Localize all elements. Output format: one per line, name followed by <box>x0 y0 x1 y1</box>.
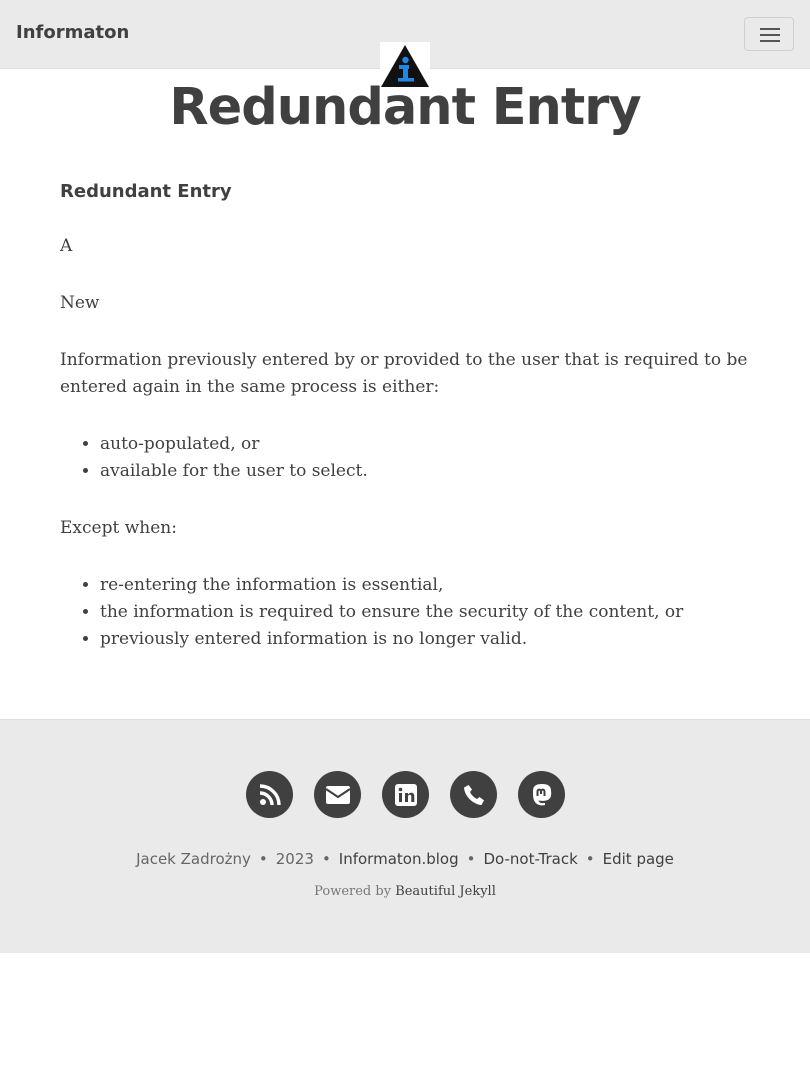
phone-link[interactable] <box>450 771 497 818</box>
blog-link[interactable]: Informaton.blog <box>339 850 459 868</box>
main-content: Redundant Entry A New Information previo… <box>60 178 750 653</box>
site-brand-link[interactable]: Informaton <box>16 22 129 43</box>
except-list: re-entering the information is essential… <box>60 572 750 653</box>
mastodon-link[interactable] <box>518 771 565 818</box>
powered-by: Powered by Beautiful Jekyll <box>0 884 810 899</box>
beautiful-jekyll-link[interactable]: Beautiful Jekyll <box>395 884 496 899</box>
linkedin-icon <box>394 783 417 806</box>
edit-page-link[interactable]: Edit page <box>603 850 674 868</box>
mastodon-icon <box>532 783 551 805</box>
email-link[interactable] <box>314 771 361 818</box>
status-text: New <box>60 293 100 313</box>
powered-by-text: Powered by <box>314 884 392 899</box>
section-heading: Redundant Entry <box>60 181 232 202</box>
list-item: the information is required to ensure th… <box>100 599 750 626</box>
list-item: previously entered information is no lon… <box>100 626 750 653</box>
do-not-track-link[interactable]: Do-not-Track <box>483 850 577 868</box>
page-title: Redundant Entry <box>169 78 641 137</box>
list-item: available for the user to select. <box>100 458 750 485</box>
footer: Jacek Zadrożny • 2023 • Informaton.blog • Do-n… <box>0 719 810 953</box>
except-label: Except when: <box>60 518 177 538</box>
linkedin-link[interactable] <box>382 771 429 818</box>
footer-credits: Jacek Zadrożny • 2023 • Informaton.blog • Do-n… <box>136 850 674 868</box>
social-links <box>246 771 566 819</box>
rss-link[interactable] <box>246 771 293 818</box>
navbar-toggle-button[interactable] <box>744 17 794 51</box>
conformance-level: A <box>60 236 73 256</box>
copyright-year: 2023 <box>275 850 314 868</box>
author-name: Jacek Zadrożny <box>136 850 251 868</box>
either-list: auto-populated, or available for the use… <box>60 431 750 485</box>
phone-icon <box>463 784 484 805</box>
list-item: auto-populated, or <box>100 431 750 458</box>
email-icon <box>324 785 351 804</box>
list-item: re-entering the information is essential… <box>100 572 750 599</box>
rss-icon <box>259 783 281 805</box>
criterion-intro: Information previously entered by or pro… <box>60 350 748 397</box>
